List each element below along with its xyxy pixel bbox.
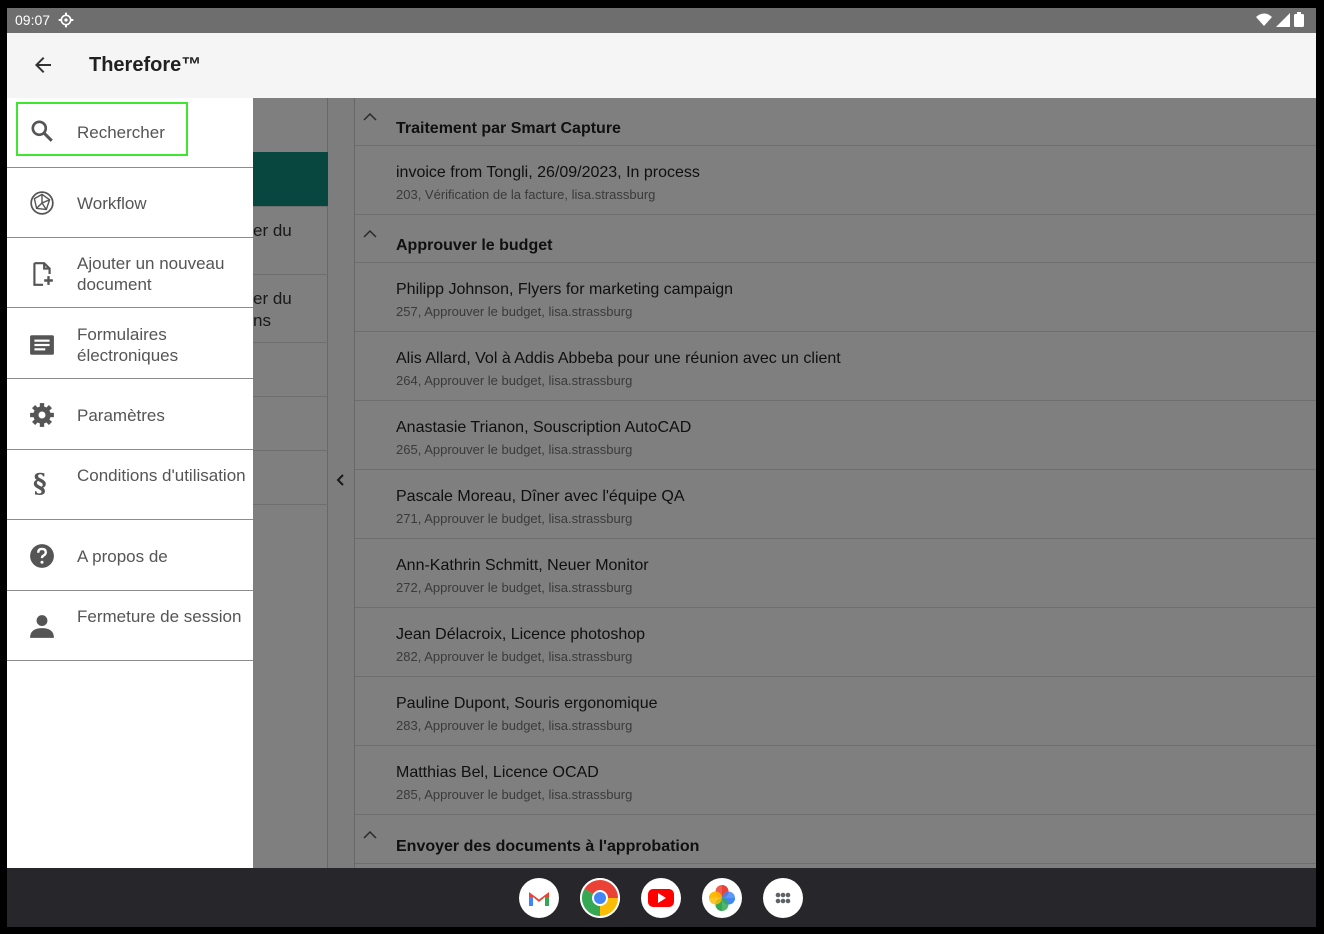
drawer-item-search-row: Rechercher [7,98,253,168]
drawer-item-label: Ajouter un nouveau document [77,254,225,294]
drawer-item-eforms[interactable]: Formulaires électroniques [7,309,253,379]
gmail-icon[interactable] [519,878,559,918]
wifi-icon [1256,13,1272,26]
status-time: 09:07 [15,12,51,28]
navigation-drawer: Rechercher Workflow Ajouter un nouveau d… [7,98,253,868]
drawer-item-workflow[interactable]: Workflow [7,168,253,238]
drawer-item-terms[interactable]: § Conditions d'utilisation [7,450,253,520]
drawer-item-label: Rechercher [77,123,165,142]
drawer-item-about[interactable]: A propos de [7,521,253,591]
app-title: Therefore™ [89,54,202,76]
bottom-dock [7,868,1316,927]
photos-icon[interactable] [702,878,742,918]
settings-icon [30,403,54,427]
app-drawer-icon[interactable] [763,878,803,918]
drawer-item-label: Formulaires électroniques [77,325,179,365]
battery-icon [1294,12,1304,27]
drawer-item-label: Conditions d'utilisation [77,466,246,485]
help-icon [30,544,54,568]
status-bar: 09:07 [7,8,1316,33]
settings-notification-icon [58,12,74,28]
forms-icon [30,335,54,355]
youtube-icon[interactable] [641,878,681,918]
drawer-item-settings[interactable]: Paramètres [7,380,253,450]
person-icon [30,615,54,638]
signal-icon [1276,12,1290,27]
drawer-item-label: Paramètres [77,406,165,425]
app-bar: Therefore™ [7,33,1316,98]
section-icon: § [33,469,47,499]
drawer-item-label: A propos de [77,547,168,566]
drawer-item-label: Workflow [77,194,147,213]
back-arrow-icon[interactable] [31,53,55,77]
search-icon [31,120,53,142]
drawer-item-logout[interactable]: Fermeture de session [7,591,253,661]
drawer-item-add-document[interactable]: Ajouter un nouveau document [7,238,253,308]
device-screen: 09:07 Therefore™ er du er du ns [7,8,1316,927]
workflow-icon [30,191,54,215]
chrome-icon[interactable] [580,878,620,918]
system-icons [1256,12,1304,27]
drawer-item-label: Fermeture de session [77,607,242,626]
add-document-icon [33,262,53,286]
drawer-item-search[interactable]: Rechercher [16,102,188,156]
